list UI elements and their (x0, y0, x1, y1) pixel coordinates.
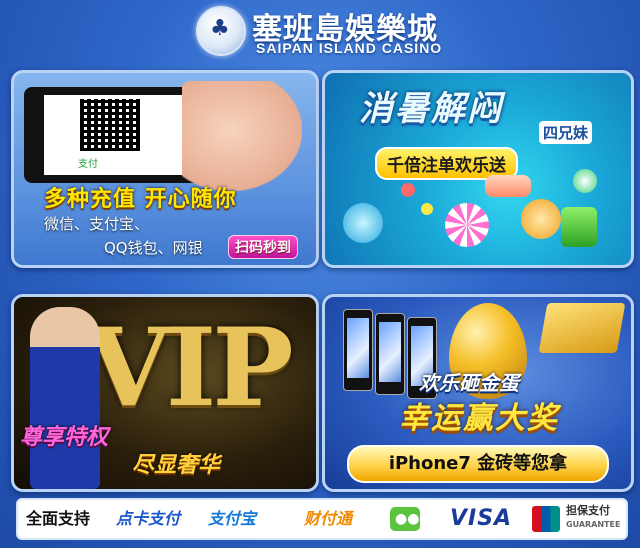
alipay-logo: 支付宝 (208, 509, 257, 528)
vip-line1: 尊享特权 (20, 425, 109, 450)
qr-code-icon (80, 99, 140, 151)
scan-code-button[interactable]: 扫码秒到 (228, 235, 298, 259)
model-image (30, 307, 100, 489)
candy-icon (561, 207, 597, 247)
qr-pay-label: 支付 (78, 159, 98, 170)
palm-tree-icon: ♣ (210, 16, 230, 41)
recharge-methods-line2: QQ钱包、网银 (104, 239, 203, 257)
candy-icon (521, 199, 561, 239)
payment-support-label: 全面支持 (26, 509, 91, 528)
summer-headline: 消暑解闷 (359, 89, 503, 129)
promo-recharge-banner[interactable]: 支付 多种充值 开心随你 微信、支付宝、 QQ钱包、网银 扫码秒到 (11, 70, 319, 268)
hand-image (182, 81, 302, 191)
promo-golden-egg-banner[interactable]: 欢乐砸金蛋 幸运赢大奖 iPhone7 金砖等您拿 (322, 294, 634, 492)
promo-summer-banner[interactable]: 消暑解闷 四兄妹 千倍注单欢乐送 (322, 70, 634, 268)
visa-logo: VISA (450, 506, 513, 531)
egg-prize-bar: iPhone7 金砖等您拿 (347, 445, 609, 483)
header: ♣ 塞班島娛樂城 SAIPAN ISLAND CASINO (0, 0, 640, 66)
unionpay-icon (532, 506, 560, 532)
candy-icon (421, 203, 433, 215)
egg-line1: 欢乐砸金蛋 (419, 371, 519, 395)
candy-icon (573, 169, 597, 193)
site-title-en: SAIPAN ISLAND CASINO (256, 40, 443, 56)
candy-icon (445, 203, 489, 247)
casino-logo-icon: ♣ (196, 6, 246, 56)
vip-line2: 尽显奢华 (132, 453, 221, 478)
recharge-methods-line1: 微信、支付宝、 (44, 215, 150, 233)
recharge-headline: 多种充值 开心随你 (44, 187, 237, 212)
wechat-icon: ●● (390, 507, 420, 531)
candy-icon (401, 183, 415, 197)
payment-methods-bar: 全面支持 点卡支付 支付宝 财付通 ●● VISA 担保支付 GUARANTEE (16, 498, 628, 540)
card-pay-logo: 点卡支付 (116, 509, 181, 528)
candy-icon (343, 203, 383, 243)
promo-vip-banner[interactable]: VIP 尊享特权 尽显奢华 (11, 294, 319, 492)
vip-logo-text: VIP (86, 305, 294, 431)
unionpay-guarantee-label: 担保支付 GUARANTEE (566, 504, 621, 529)
egg-line2: 幸运赢大奖 (399, 401, 559, 436)
summer-subtitle: 四兄妹 (539, 121, 593, 144)
candy-icon (485, 175, 531, 197)
gold-bar-icon (538, 303, 626, 353)
tenpay-logo: 财付通 (304, 509, 353, 528)
